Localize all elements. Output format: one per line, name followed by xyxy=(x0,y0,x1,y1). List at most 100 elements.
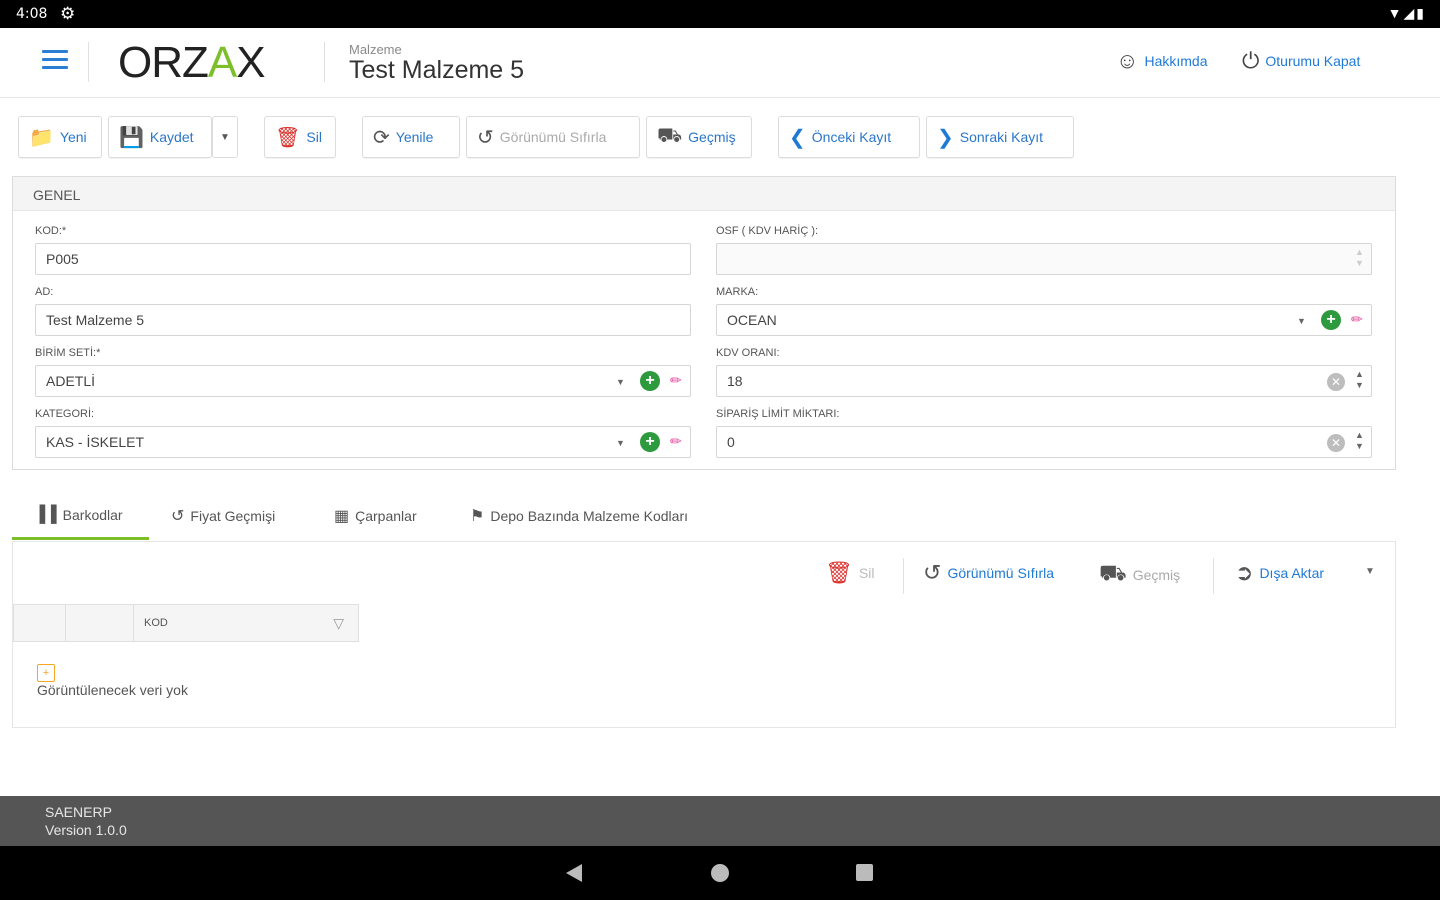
tab-label: Fiyat Geçmişi xyxy=(190,508,276,524)
undo-icon: ↺ xyxy=(477,126,494,149)
grid-delete-button[interactable]: 🗑 Sil xyxy=(825,560,875,586)
grid-header-kod[interactable]: KOD xyxy=(134,605,360,641)
export-button[interactable]: ➲ Dışa Aktar xyxy=(1235,560,1324,586)
page-subtitle: Malzeme xyxy=(349,42,402,57)
kategori-value: KAS - İSKELET xyxy=(46,434,145,450)
trash-icon: 🗑 xyxy=(275,126,301,149)
status-time: 4:08 xyxy=(16,6,48,22)
save-options-dropdown[interactable]: ▼ xyxy=(212,116,238,158)
kategori-label: KATEGORİ: xyxy=(35,408,95,420)
new-button[interactable]: 📁 Yeni xyxy=(18,116,102,158)
grid-toolbar-divider xyxy=(903,558,904,594)
reset-view-label: Görünümü Sıfırla xyxy=(499,129,607,145)
grid-header-cell[interactable] xyxy=(14,605,66,641)
tags-icon: ⚑ xyxy=(470,508,485,525)
tab-fiyat-gecmisi[interactable]: ↺ Fiyat Geçmişi xyxy=(149,492,297,540)
logout-link[interactable]: ⏻ Oturumu Kapat xyxy=(1242,48,1360,74)
spinner-icon[interactable]: ▲ ▼ xyxy=(1355,247,1364,269)
trash-icon: 🗑 xyxy=(825,560,853,585)
eraser-icon[interactable]: ✏ xyxy=(670,433,682,450)
refresh-button[interactable]: ⟳ Yenile xyxy=(362,116,460,158)
marka-value: OCEAN xyxy=(727,312,777,328)
history-icon: ↺ xyxy=(171,508,185,525)
osf-label: OSF ( KDV HARİÇ ): xyxy=(716,225,819,237)
chevron-down-icon[interactable]: ▼ xyxy=(616,377,625,387)
home-icon[interactable] xyxy=(711,864,729,882)
app-header: ORZAX Malzeme Test Malzeme 5 ☺ Hakkımda … xyxy=(0,28,1440,98)
osf-field[interactable]: ▲ ▼ xyxy=(716,243,1372,275)
birim-seti-select[interactable]: ADETLİ ▼ + ✏ xyxy=(35,365,691,397)
tab-label: Çarpanlar xyxy=(355,508,417,524)
grid-history-label: Geçmiş xyxy=(1132,566,1181,583)
clear-icon[interactable]: ✕ xyxy=(1327,373,1345,391)
ad-field[interactable]: Test Malzeme 5 xyxy=(35,304,691,336)
reset-view-button[interactable]: ↺ Görünümü Sıfırla xyxy=(466,116,640,158)
grid-history-button[interactable]: ⛟ Geçmiş xyxy=(1099,560,1180,589)
delete-button[interactable]: 🗑 Sil xyxy=(264,116,336,158)
tab-label: Barkodlar xyxy=(62,506,123,523)
kod-field[interactable]: P005 xyxy=(35,243,691,275)
save-button[interactable]: 💾 Kaydet xyxy=(108,116,212,158)
ad-label: AD: xyxy=(35,286,54,298)
refresh-label: Yenile xyxy=(395,129,434,145)
about-link[interactable]: ☺ Hakkımda xyxy=(1116,48,1208,74)
hamburger-menu-icon[interactable] xyxy=(42,50,68,72)
kdv-orani-field[interactable]: 18 ✕ ▲ ▼ xyxy=(716,365,1372,397)
history-button[interactable]: ⛟ Geçmiş xyxy=(646,116,752,158)
recent-apps-icon[interactable] xyxy=(856,864,873,881)
history-truck-icon: ⛟ xyxy=(1099,560,1127,585)
barcodes-grid-panel: 🗑 Sil ↺ Görünümü Sıfırla ⛟ Geçmiş ➲ Dışa… xyxy=(12,542,1396,728)
siparis-limit-value: 0 xyxy=(727,434,735,450)
siparis-limit-label: SİPARİŞ LİMİT MİKTARI: xyxy=(716,408,840,420)
add-birim-seti-button[interactable]: + xyxy=(640,371,660,391)
no-data-icon: + xyxy=(37,664,55,682)
birim-seti-value: ADETLİ xyxy=(46,373,96,389)
tab-label: Depo Bazında Malzeme Kodları xyxy=(490,508,689,524)
add-marka-button[interactable]: + xyxy=(1321,310,1341,330)
kdv-orani-label: KDV ORANI: xyxy=(716,347,780,359)
marka-select[interactable]: OCEAN ▼ + ✏ xyxy=(716,304,1372,336)
birim-seti-label: BİRİM SETİ:* xyxy=(35,347,101,359)
siparis-limit-field[interactable]: 0 ✕ ▲ ▼ xyxy=(716,426,1372,458)
eraser-icon[interactable]: ✏ xyxy=(670,372,682,389)
chevron-down-icon[interactable]: ▼ xyxy=(616,438,625,448)
spinner-icon[interactable]: ▲ ▼ xyxy=(1355,369,1364,391)
power-icon: ⏻ xyxy=(1242,48,1260,73)
export-options-dropdown[interactable]: ▼ xyxy=(1365,566,1375,577)
next-record-label: Sonraki Kayıt xyxy=(959,129,1044,145)
filter-icon[interactable]: ▽ xyxy=(333,615,344,632)
history-label: Geçmiş xyxy=(688,129,736,145)
grid-header-cell[interactable] xyxy=(66,605,134,641)
general-panel: GENEL KOD:* P005 AD: Test Malzeme 5 BİRİ… xyxy=(12,176,1396,470)
chevron-right-icon: ❯ xyxy=(937,126,954,149)
add-kategori-button[interactable]: + xyxy=(640,432,660,452)
grid-reset-view-button[interactable]: ↺ Görünümü Sıfırla xyxy=(923,560,1054,586)
no-data-message: Görüntülenecek veri yok xyxy=(37,682,188,698)
tab-barkodlar[interactable]: ▐▐ Barkodlar xyxy=(12,492,149,540)
clear-icon[interactable]: ✕ xyxy=(1327,434,1345,452)
tab-carpanlar[interactable]: ▦ Çarpanlar xyxy=(312,492,439,540)
undo-icon: ↺ xyxy=(923,560,942,585)
footer-version: Version 1.0.0 xyxy=(45,822,127,838)
footer-app-name: SAENERP xyxy=(45,804,112,820)
column-kod-label: KOD xyxy=(144,617,168,629)
kategori-select[interactable]: KAS - İSKELET ▼ + ✏ xyxy=(35,426,691,458)
barcode-icon: ▐▐ xyxy=(34,505,57,523)
next-record-button[interactable]: ❯ Sonraki Kayıt xyxy=(926,116,1074,158)
refresh-icon: ⟳ xyxy=(373,126,390,149)
export-label: Dışa Aktar xyxy=(1259,565,1325,581)
back-icon[interactable] xyxy=(566,864,582,882)
header-divider xyxy=(88,42,89,82)
spinner-icon[interactable]: ▲ ▼ xyxy=(1355,430,1364,452)
detail-tabs: ▐▐ Barkodlar ↺ Fiyat Geçmişi ▦ Çarpanlar… xyxy=(12,492,1396,542)
chevron-down-icon[interactable]: ▼ xyxy=(1297,316,1306,326)
tab-depo-malzeme-kodlari[interactable]: ⚑ Depo Bazında Malzeme Kodları xyxy=(448,492,710,540)
previous-record-button[interactable]: ❮ Önceki Kayıt xyxy=(778,116,920,158)
system-status-bar: 4:08 ⚙ ▼◢▮ xyxy=(0,0,1440,28)
previous-record-label: Önceki Kayıt xyxy=(811,129,892,145)
eraser-icon[interactable]: ✏ xyxy=(1351,311,1363,328)
marka-label: MARKA: xyxy=(716,286,759,298)
save-label: Kaydet xyxy=(149,129,194,145)
grid-delete-label: Sil xyxy=(858,565,875,581)
ad-value: Test Malzeme 5 xyxy=(46,312,145,328)
